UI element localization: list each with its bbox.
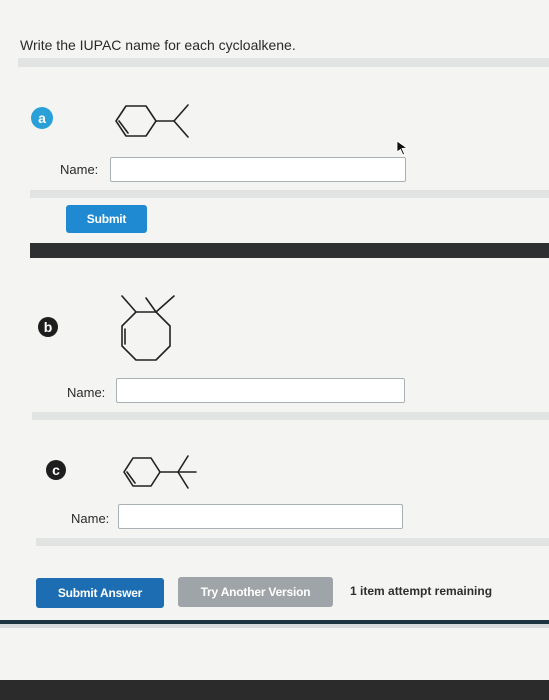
submit-answer-button[interactable]: Submit Answer [36,578,164,608]
divider-a [30,190,549,198]
submit-button-a[interactable]: Submit [66,205,147,233]
name-input-a[interactable] [110,157,406,182]
molecule-a-structure [115,104,189,138]
name-label-c: Name: [71,511,110,526]
badge-c: c [46,460,66,480]
name-label-b: Name: [67,385,106,400]
instruction-text: Write the IUPAC name for each cycloalken… [20,37,296,53]
badge-b: b [38,317,58,337]
divider-b [32,412,549,420]
attempts-remaining-text: 1 item attempt remaining [350,584,493,598]
header-divider [18,58,549,67]
name-label-a: Name: [60,162,99,177]
divider-c [36,538,549,546]
badge-a: a [31,107,53,129]
name-input-b[interactable] [116,378,405,403]
footer-divider-shadow [0,624,549,628]
try-another-version-button[interactable]: Try Another Version [178,577,333,607]
cursor-arrow-icon [396,140,409,156]
section-bar [30,243,549,258]
molecule-c-structure [123,455,197,489]
molecule-b-structure [121,295,175,361]
bottom-bar [0,680,549,700]
name-input-c[interactable] [118,504,403,529]
